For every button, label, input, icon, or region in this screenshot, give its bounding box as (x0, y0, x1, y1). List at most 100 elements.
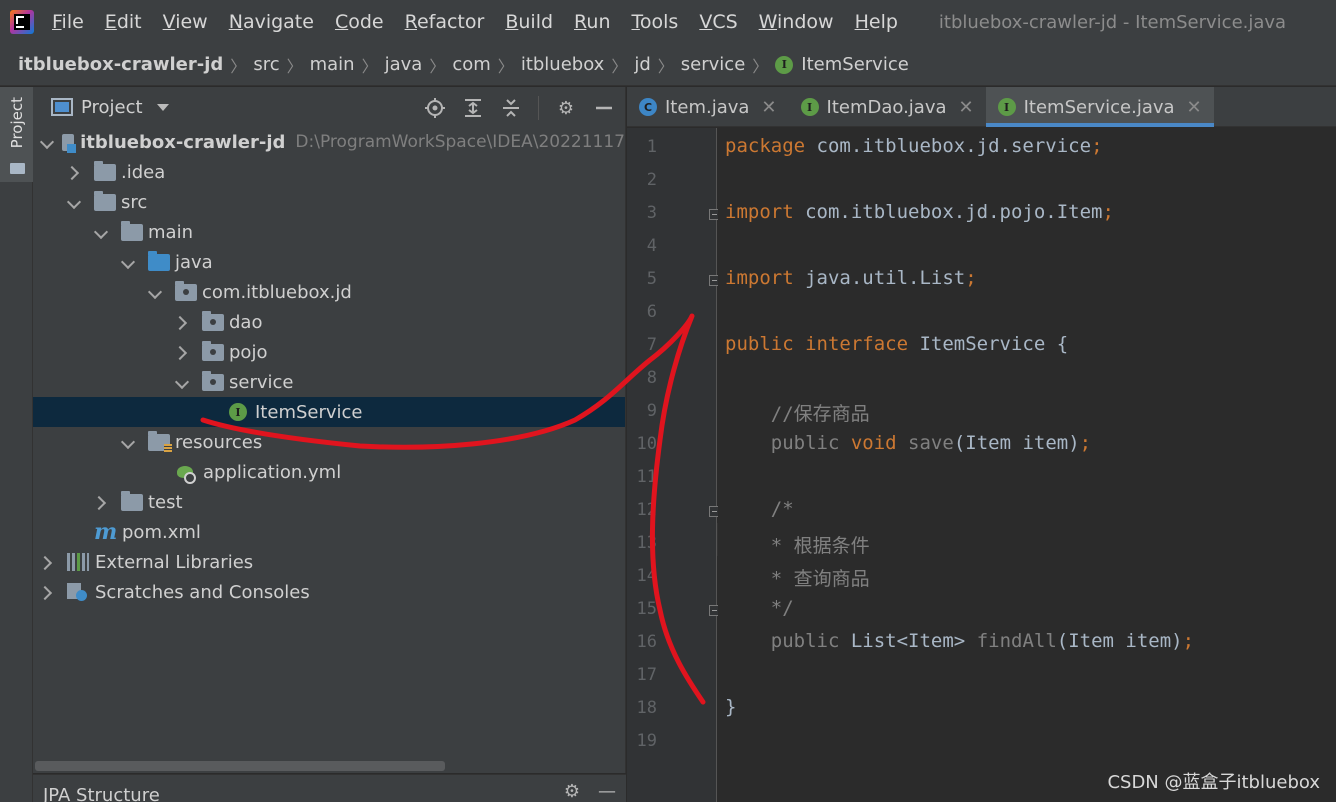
tree-item[interactable]: java (33, 247, 625, 277)
jpa-panel-toolbar: ⚙ — (564, 781, 616, 802)
line-number: 14 (636, 566, 657, 586)
code-line: package com.itbluebox.jd.service; (725, 135, 1103, 157)
tree-item-label: main (148, 221, 193, 243)
chevron-right-icon[interactable] (176, 346, 188, 358)
intellij-logo-icon[interactable] (10, 10, 34, 34)
line-number: 1 (646, 137, 657, 157)
tree-item-label: Scratches and Consoles (95, 581, 310, 603)
tree-item[interactable]: I ItemService (33, 397, 625, 427)
close-icon[interactable]: ✕ (959, 97, 974, 118)
line-number: 16 (636, 632, 657, 652)
hide-panel-icon[interactable] (593, 97, 615, 119)
line-number: 19 (636, 731, 657, 751)
editor-tab[interactable]: C Item.java ✕ (627, 87, 789, 127)
gear-icon[interactable]: ⚙ (564, 781, 580, 802)
project-tool-window-button[interactable]: Project (0, 87, 33, 182)
window-title: itbluebox-crawler-jd - ItemService.java (938, 11, 1287, 33)
chevron-down-icon[interactable] (122, 436, 134, 448)
interface-icon: I (997, 98, 1016, 116)
breadcrumb-main[interactable]: main (310, 54, 355, 75)
menu-run[interactable]: Run (574, 11, 610, 33)
tree-item-label: dao (229, 311, 263, 333)
menu-code[interactable]: Code (335, 11, 384, 33)
tree-item[interactable]: resources (33, 427, 625, 457)
class-icon: C (639, 98, 657, 116)
menu-navigate[interactable]: Navigate (229, 11, 314, 33)
tree-item[interactable]: application.yml (33, 457, 625, 487)
folder-icon (94, 190, 116, 211)
chevron-down-icon[interactable] (149, 286, 161, 298)
hide-panel-icon[interactable]: — (598, 781, 616, 802)
tree-item-label: itbluebox-crawler-jd (80, 131, 286, 153)
tree-item[interactable]: com.itbluebox.jd (33, 277, 625, 307)
menu-view[interactable]: View (163, 11, 208, 33)
collapse-all-icon[interactable] (500, 97, 522, 119)
editor-tab-label: ItemDao.java (826, 96, 947, 118)
chevron-right-icon[interactable] (95, 496, 107, 508)
jpa-structure-title[interactable]: JPA Structure (43, 785, 160, 802)
menu-refactor[interactable]: Refactor (405, 11, 485, 33)
breadcrumb-separator: 〉 (286, 56, 303, 76)
close-icon[interactable]: ✕ (1187, 97, 1202, 118)
resources-folder-icon (148, 430, 172, 453)
line-number-gutter[interactable]: 1 2 3 4 5 6 7 8 9 10 11 12 13 14 15 16 17 18 19 (627, 128, 720, 802)
horizontal-scrollbar[interactable] (35, 761, 445, 771)
breadcrumb-separator: 〉 (361, 56, 378, 76)
menu-edit[interactable]: Edit (105, 11, 142, 33)
tree-item[interactable]: pojo (33, 337, 625, 367)
project-panel-title[interactable]: Project (81, 97, 143, 118)
chevron-down-icon[interactable] (95, 226, 107, 238)
tree-item[interactable]: src (33, 187, 625, 217)
module-folder-icon (61, 133, 77, 153)
chevron-right-icon[interactable] (41, 586, 53, 598)
editor-tab[interactable]: I ItemDao.java ✕ (789, 87, 986, 127)
chevron-down-icon[interactable] (122, 256, 134, 268)
menu-window[interactable]: Window (759, 11, 834, 33)
project-tool-label: Project (8, 97, 26, 149)
menu-build[interactable]: Build (505, 11, 553, 33)
tree-item[interactable]: itbluebox-crawler-jd D:\ProgramWorkSpace\… (33, 127, 625, 157)
chevron-right-icon[interactable] (176, 316, 188, 328)
chevron-down-icon[interactable] (176, 376, 188, 388)
line-number: 3 (646, 203, 657, 223)
breadcrumb-separator: 〉 (230, 56, 247, 76)
breadcrumb-itemservice[interactable]: ItemService (801, 54, 909, 75)
breadcrumb-service[interactable]: service (681, 54, 745, 75)
code-editor[interactable]: package com.itbluebox.jd.service; import … (718, 128, 1336, 802)
breadcrumb-src[interactable]: src (253, 54, 279, 75)
tree-item[interactable]: test (33, 487, 625, 517)
breadcrumb-itbluebox[interactable]: itbluebox (521, 54, 605, 75)
expand-all-icon[interactable] (462, 97, 484, 119)
line-number: 6 (646, 302, 657, 322)
menu-tools[interactable]: Tools (632, 11, 679, 33)
tree-item[interactable]: dao (33, 307, 625, 337)
locate-file-icon[interactable] (424, 97, 446, 119)
tree-item[interactable]: .idea (33, 157, 625, 187)
chevron-right-icon[interactable] (41, 556, 53, 568)
chevron-down-icon[interactable] (41, 136, 48, 148)
menu-file[interactable]: File (52, 11, 84, 33)
close-icon[interactable]: ✕ (761, 97, 776, 118)
breadcrumb-separator: 〉 (497, 56, 514, 76)
tree-item[interactable]: Scratches and Consoles (33, 577, 625, 607)
scratches-icon (67, 583, 89, 601)
tree-item[interactable]: External Libraries (33, 547, 625, 577)
chevron-down-icon[interactable] (68, 196, 80, 208)
breadcrumb-project[interactable]: itbluebox-crawler-jd (18, 54, 223, 75)
breadcrumb-separator: 〉 (657, 56, 674, 76)
breadcrumb-com[interactable]: com (452, 54, 490, 75)
chevron-right-icon[interactable] (68, 166, 80, 178)
tree-item[interactable]: m pom.xml (33, 517, 625, 547)
editor-tab[interactable]: I ItemService.java ✕ (985, 87, 1214, 127)
tree-item[interactable]: service (33, 367, 625, 397)
gear-icon[interactable]: ⚙ (555, 97, 577, 119)
line-number: 15 (636, 599, 657, 619)
menu-help[interactable]: Help (855, 11, 898, 33)
breadcrumb-jd[interactable]: jd (634, 54, 650, 75)
chevron-down-icon[interactable] (156, 103, 169, 111)
breadcrumb-java[interactable]: java (385, 54, 423, 75)
menu-vcs[interactable]: VCS (699, 11, 737, 33)
tree-item-label: com.itbluebox.jd (202, 281, 352, 303)
tree-item[interactable]: main (33, 217, 625, 247)
breadcrumb: itbluebox-crawler-jd 〉 src 〉 main 〉 java 〉 c… (0, 44, 1336, 86)
